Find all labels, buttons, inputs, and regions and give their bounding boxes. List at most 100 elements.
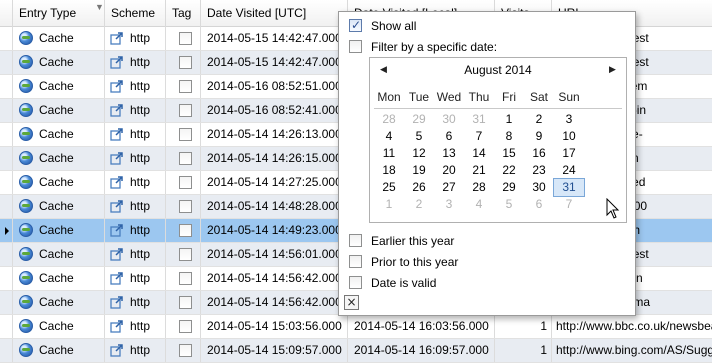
calendar-day[interactable]: 13 — [434, 145, 464, 162]
visits-text: 1 — [540, 343, 547, 357]
tag-checkbox[interactable] — [179, 296, 192, 309]
scheme-cell: http — [105, 27, 166, 50]
date-visited-utc-cell: 2014-05-15 14:42:47.000 — [201, 27, 348, 50]
scheme-cell: http — [105, 291, 166, 314]
scheme-text: http — [130, 271, 151, 285]
scheme-cell: http — [105, 99, 166, 122]
calendar-day[interactable]: 1 — [374, 196, 404, 213]
calendar-day[interactable]: 30 — [524, 179, 554, 196]
calendar-day[interactable]: 2 — [404, 196, 434, 213]
weekday-label: Tue — [408, 90, 430, 104]
date-visited-utc-cell: 2014-05-14 14:48:28.000 — [201, 195, 348, 218]
calendar-day[interactable]: 17 — [554, 145, 584, 162]
tag-checkbox[interactable] — [179, 32, 192, 45]
calendar-day[interactable]: 7 — [464, 128, 494, 145]
tag-checkbox[interactable] — [179, 320, 192, 333]
row-indicator — [0, 51, 13, 74]
calendar-day[interactable]: 16 — [524, 145, 554, 162]
column-header-label: Scheme — [111, 6, 156, 20]
calendar-day[interactable]: 5 — [404, 128, 434, 145]
calendar-day[interactable]: 31 — [553, 178, 585, 197]
tag-checkbox[interactable] — [179, 200, 192, 213]
tag-checkbox[interactable] — [179, 56, 192, 69]
calendar-day[interactable]: 7 — [554, 196, 584, 213]
tag-checkbox[interactable] — [179, 176, 192, 189]
calendar-day[interactable]: 15 — [494, 145, 524, 162]
calendar-day[interactable]: 10 — [554, 128, 584, 145]
calendar-day[interactable]: 3 — [434, 196, 464, 213]
date-visited-utc-text: 2014-05-14 14:26:13.000 — [207, 127, 342, 141]
calendar-day[interactable]: 1 — [494, 111, 524, 128]
tag-checkbox[interactable] — [179, 272, 192, 285]
calendar-day[interactable]: 22 — [494, 162, 524, 179]
calendar-day[interactable]: 14 — [464, 145, 494, 162]
calendar-day[interactable]: 28 — [464, 179, 494, 196]
filter-icon[interactable]: ▼ — [95, 3, 104, 12]
scheme-cell: http — [105, 243, 166, 266]
date-visited-local-cell: 2014-05-14 16:03:56.000 — [348, 315, 495, 338]
calendar-day[interactable]: 8 — [494, 128, 524, 145]
date-is-valid-option[interactable]: Date is valid — [349, 275, 436, 291]
calendar-day[interactable]: 9 — [524, 128, 554, 145]
calendar-day[interactable]: 4 — [374, 128, 404, 145]
date-is-valid-checkbox[interactable] — [349, 276, 362, 289]
earlier-this-year-checkbox[interactable] — [349, 234, 362, 247]
row-indicator — [0, 291, 13, 314]
row-indicator — [0, 267, 13, 290]
earlier-this-year-option[interactable]: Earlier this year — [349, 233, 454, 249]
scheme-text: http — [130, 199, 151, 213]
calendar-day[interactable]: 30 — [434, 111, 464, 128]
tag-checkbox[interactable] — [179, 128, 192, 141]
calendar-day[interactable]: 27 — [434, 179, 464, 196]
calendar-day[interactable]: 23 — [524, 162, 554, 179]
tag-checkbox[interactable] — [179, 80, 192, 93]
column-header-scheme[interactable]: Scheme — [105, 0, 166, 27]
calendar-day[interactable]: 18 — [374, 162, 404, 179]
calendar-day[interactable]: 6 — [524, 196, 554, 213]
calendar-week-row: 11 12 13 14 15 16 17 — [374, 145, 622, 162]
date-visited-utc-cell: 2014-05-14 15:03:56.000 — [201, 315, 348, 338]
next-month-icon[interactable]: ▶ — [609, 64, 616, 74]
row-indicator — [0, 27, 13, 50]
calendar-day[interactable]: 12 — [404, 145, 434, 162]
tag-checkbox[interactable] — [179, 344, 192, 357]
filter-by-date-option[interactable]: Filter by a specific date: — [349, 39, 497, 55]
tag-checkbox[interactable] — [179, 248, 192, 261]
calendar-day[interactable]: 4 — [464, 196, 494, 213]
entry-type-text: Cache — [39, 55, 74, 69]
table-row[interactable]: Cache http 2014-05-14 15:03:56.000 2014-… — [0, 315, 712, 339]
tag-cell — [166, 123, 201, 146]
column-header-tag[interactable]: Tag — [166, 0, 201, 27]
close-filter-button[interactable]: × — [344, 295, 359, 310]
calendar-day[interactable]: 28 — [374, 111, 404, 128]
calendar-day[interactable]: 2 — [524, 111, 554, 128]
calendar-day[interactable]: 11 — [374, 145, 404, 162]
calendar-day[interactable]: 20 — [434, 162, 464, 179]
tag-checkbox[interactable] — [179, 104, 192, 117]
date-visited-local-text: 2014-05-14 16:03:56.000 — [354, 319, 489, 333]
show-all-checkbox[interactable] — [349, 17, 362, 33]
earlier-this-year-label: Earlier this year — [371, 234, 455, 248]
prior-to-this-year-option[interactable]: Prior to this year — [349, 254, 458, 270]
date-is-valid-label: Date is valid — [371, 276, 437, 290]
calendar-day[interactable]: 3 — [554, 111, 584, 128]
column-header-entry-type[interactable]: Entry Type ▼ — [13, 0, 105, 27]
calendar-day[interactable]: 25 — [374, 179, 404, 196]
prior-to-this-year-checkbox[interactable] — [349, 255, 362, 268]
calendar-day[interactable]: 26 — [404, 179, 434, 196]
column-header-date-visited-utc[interactable]: Date Visited [UTC] — [201, 0, 348, 27]
calendar-day[interactable]: 31 — [464, 111, 494, 128]
calendar-day[interactable]: 19 — [404, 162, 434, 179]
filter-by-date-checkbox[interactable] — [349, 40, 362, 53]
calendar-day[interactable]: 29 — [494, 179, 524, 196]
calendar-day[interactable]: 21 — [464, 162, 494, 179]
tag-checkbox[interactable] — [179, 152, 192, 165]
table-row[interactable]: Cache http 2014-05-14 15:09:57.000 2014-… — [0, 339, 712, 363]
calendar-day[interactable]: 5 — [494, 196, 524, 213]
calendar-day[interactable]: 6 — [434, 128, 464, 145]
calendar-day[interactable]: 24 — [554, 162, 584, 179]
show-all-option[interactable]: Show all — [349, 17, 416, 34]
calendar-day[interactable]: 29 — [404, 111, 434, 128]
entry-type-text: Cache — [39, 31, 74, 45]
tag-checkbox[interactable] — [179, 224, 192, 237]
